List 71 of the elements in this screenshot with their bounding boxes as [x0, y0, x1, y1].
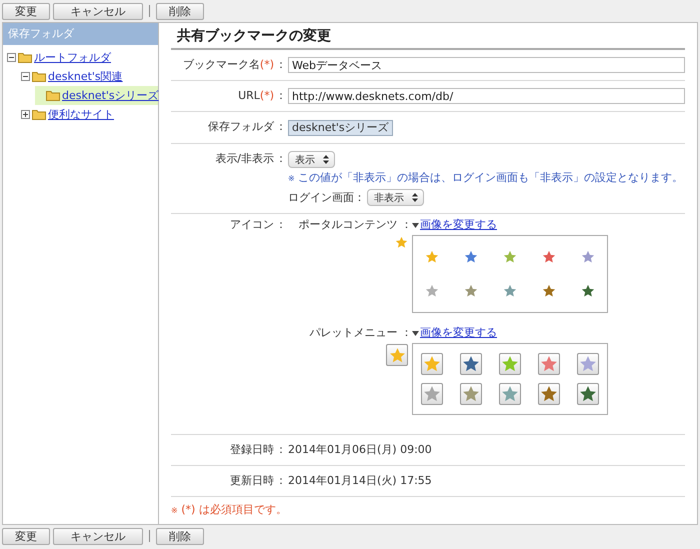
toolbar-button[interactable]: キャンセル	[53, 528, 143, 544]
folder-icon	[32, 109, 46, 120]
field-label: 登録日時	[229, 442, 274, 458]
expand-icon[interactable]	[21, 110, 30, 119]
star-icon[interactable]	[425, 284, 440, 298]
toolbar-button[interactable]: キャンセル	[53, 2, 143, 20]
folder-icon	[32, 71, 46, 82]
field-label: ブックマーク名(*)	[182, 57, 274, 73]
star-option-button[interactable]	[421, 383, 444, 405]
colon-text: ：	[274, 217, 288, 233]
toolbar-button[interactable]: 削除	[156, 528, 204, 544]
star-icon[interactable]	[502, 250, 517, 264]
folder-icon	[18, 52, 32, 63]
sidebar-title: 保存フォルダ	[3, 23, 158, 45]
note-text: ※ この値が「非表示」の場合は、ログイン画面も「非表示」の設定となります。	[288, 170, 684, 186]
text-field[interactable]: http://www.desknets.com/db/	[288, 88, 685, 104]
icon-group-label: パレットメニュー ：	[308, 325, 412, 341]
field-label: URL(*)	[237, 88, 274, 104]
date-value: 2014年01月14日(火) 17:55	[288, 473, 433, 489]
toolbar-button[interactable]: 変更	[2, 528, 50, 544]
star-option-button[interactable]	[498, 383, 521, 405]
folder-value: desknet'sシリーズ	[288, 120, 393, 136]
date-value: 2014年01月06日(月) 09:00	[288, 442, 433, 458]
field-label: 更新日時	[229, 473, 274, 489]
star-option-button[interactable]	[421, 353, 444, 375]
star-icon[interactable]	[464, 284, 478, 298]
star-option-button[interactable]	[576, 383, 599, 405]
dropdown-icon	[412, 222, 419, 228]
star-option-button[interactable]	[460, 353, 482, 375]
colon-text: ：	[274, 119, 288, 135]
star-icon[interactable]	[395, 236, 408, 249]
star-option-button[interactable]	[460, 383, 482, 405]
star-option-button[interactable]	[498, 353, 521, 375]
star-icon[interactable]	[542, 250, 556, 264]
collapse-icon[interactable]	[7, 53, 16, 62]
folder-icon	[46, 90, 60, 101]
text-field[interactable]: Webデータベース	[288, 57, 685, 73]
visibility-select[interactable]: 表示	[288, 151, 335, 168]
field-label: アイコン	[229, 217, 274, 233]
updown-arrows-icon	[412, 193, 418, 202]
updown-arrows-icon	[323, 155, 329, 164]
change-image-link[interactable]: 画像を変更する	[420, 325, 497, 341]
icon-group-label: ポータルコンテンツ ：	[298, 217, 412, 233]
colon-text: ：	[274, 151, 288, 167]
star-option-button[interactable]	[538, 353, 560, 375]
folder-link[interactable]: desknet's関連	[48, 69, 123, 84]
page-title: 共有ブックマークの変更	[171, 23, 685, 50]
colon-text: ：	[274, 442, 288, 458]
change-image-link[interactable]: 画像を変更する	[420, 217, 497, 233]
login-label: ログイン画面：	[288, 190, 365, 205]
colon-text: ：	[274, 473, 288, 489]
star-option-button[interactable]	[538, 383, 560, 405]
dropdown-icon	[412, 330, 419, 336]
star-icon[interactable]	[502, 284, 517, 298]
field-label: 表示/非表示	[214, 151, 274, 167]
collapse-icon[interactable]	[21, 72, 30, 81]
colon-text: ：	[274, 88, 288, 104]
star-icon[interactable]	[542, 284, 556, 298]
star-icon[interactable]	[464, 250, 478, 264]
toolbar-button[interactable]: 変更	[2, 2, 50, 20]
star-icon[interactable]	[580, 284, 595, 298]
star-icon[interactable]	[580, 250, 595, 264]
login-select[interactable]: 非表示	[367, 189, 424, 206]
colon-text: ：	[274, 57, 288, 73]
field-label: 保存フォルダ	[207, 119, 274, 135]
toolbar-button[interactable]: 削除	[156, 2, 204, 20]
folder-link[interactable]: 便利なサイト	[48, 107, 114, 122]
required-note: ※ (*) は必須項目です。	[171, 502, 288, 518]
star-icon[interactable]	[425, 250, 440, 264]
folder-link[interactable]: ルートフォルダ	[34, 50, 111, 65]
star-option-button[interactable]	[576, 353, 599, 375]
